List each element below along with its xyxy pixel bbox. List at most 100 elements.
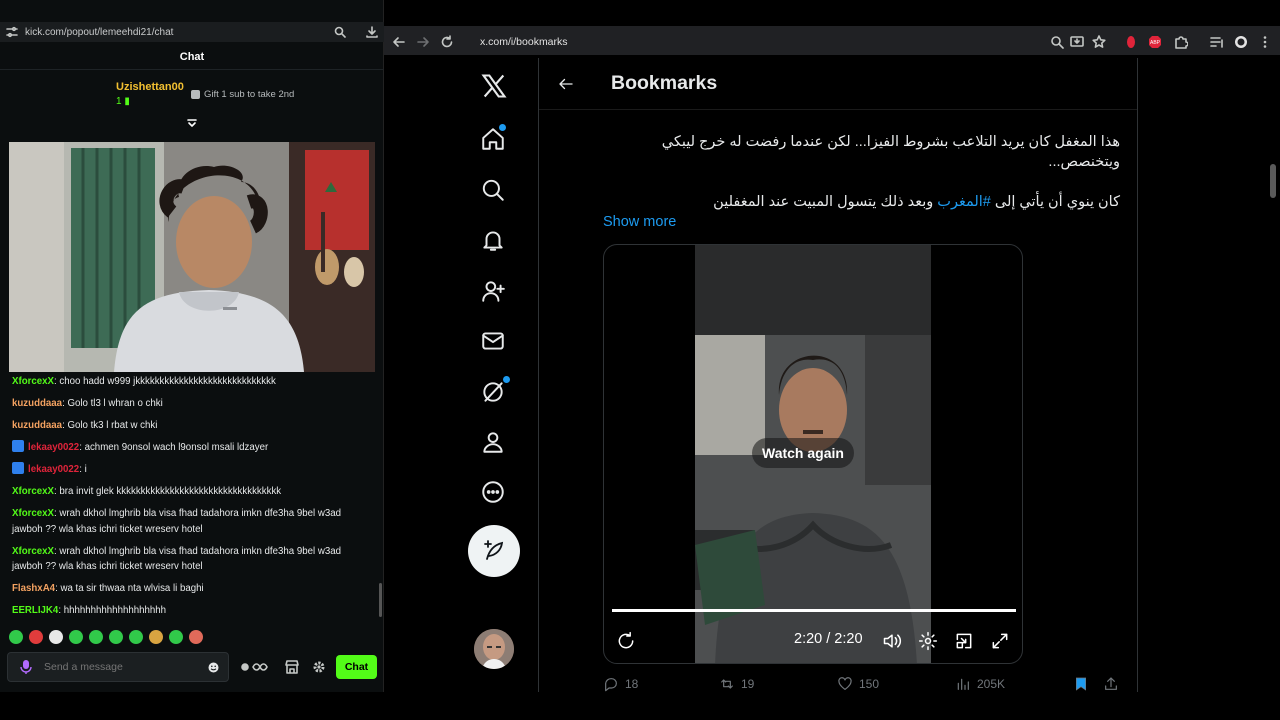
x-logo-icon[interactable] [480, 72, 508, 100]
grok-notification-dot [503, 376, 510, 383]
views-action[interactable]: 205K [955, 676, 1005, 692]
reply-action[interactable]: 18 [603, 676, 638, 692]
like-action[interactable]: 150 [837, 676, 879, 692]
adblock-extension-icon[interactable]: ABP [1148, 35, 1162, 49]
bookmark-action[interactable] [1073, 676, 1089, 692]
bookmark-star-icon[interactable] [1092, 35, 1106, 49]
download-icon[interactable] [366, 26, 378, 38]
repost-action[interactable]: 19 [719, 676, 754, 692]
chat-username[interactable]: FlashxA4 [12, 583, 55, 594]
page-scrollbar[interactable] [1270, 164, 1276, 198]
share-action[interactable] [1103, 676, 1119, 692]
more-icon[interactable] [480, 479, 506, 505]
chat-username[interactable]: lekaay0022 [28, 464, 79, 475]
back-arrow-icon[interactable] [557, 75, 575, 93]
kicks-icon[interactable] [240, 659, 270, 675]
chat-username[interactable]: XforcexX [12, 508, 54, 519]
video-time: 2:20 / 2:20 [794, 631, 863, 647]
bottom-bar [0, 692, 1280, 720]
replay-icon[interactable] [616, 631, 636, 651]
install-app-icon[interactable] [1070, 35, 1084, 49]
settings-gear-icon[interactable] [918, 631, 938, 651]
chat-text: : i [79, 464, 87, 475]
store-icon[interactable] [284, 659, 300, 675]
chat-username[interactable]: XforcexX [12, 376, 54, 387]
chat-text: : choo hadd w999 jkkkkkkkkkkkkkkkkkkkkkk… [54, 376, 276, 387]
column-header: Bookmarks [539, 58, 1137, 110]
leader-gift-count: 1 ▮ [116, 96, 130, 107]
message-input[interactable] [44, 659, 194, 675]
browser-menu-icon[interactable] [1258, 35, 1272, 49]
media-controls-icon[interactable] [1210, 35, 1224, 49]
chat-username[interactable]: kuzuddaaa [12, 398, 62, 409]
follow-icon[interactable] [480, 278, 506, 304]
site-info-icon[interactable] [6, 26, 18, 38]
emote-icon[interactable] [149, 630, 163, 644]
chat-header: Chat [0, 44, 384, 70]
gift-prompt[interactable]: Gift 1 sub to take 2nd [191, 89, 294, 100]
emote-icon[interactable] [129, 630, 143, 644]
emote-icon[interactable] [89, 630, 103, 644]
watch-again-button[interactable]: Watch again [752, 438, 854, 468]
leader-username[interactable]: Uzishettan00 [116, 81, 184, 93]
picture-in-picture-icon[interactable] [954, 631, 974, 651]
emoji-icon[interactable] [208, 662, 219, 673]
profile-icon[interactable] [1234, 35, 1248, 49]
volume-icon[interactable] [882, 631, 902, 651]
home-notification-dot [499, 124, 506, 131]
chat-message: XforcexX: bra invit glek kkkkkkkkkkkkkkk… [7, 484, 369, 500]
zoom-icon[interactable] [1050, 35, 1064, 49]
emote-icon[interactable] [169, 630, 183, 644]
emote-icon[interactable] [29, 630, 43, 644]
reload-icon[interactable] [440, 35, 454, 49]
address-bar[interactable]: x.com/i/bookmarks [480, 32, 1110, 53]
back-nav-icon[interactable] [392, 35, 406, 49]
extensions-puzzle-icon[interactable] [1174, 35, 1188, 49]
chat-username[interactable]: XforcexX [12, 546, 54, 557]
explore-icon[interactable] [480, 177, 506, 203]
chat-username[interactable]: lekaay0022 [28, 442, 79, 453]
fullscreen-icon[interactable] [990, 631, 1010, 651]
emote-icon[interactable] [109, 630, 123, 644]
extension-red-icon[interactable] [1124, 35, 1138, 49]
settings-icon[interactable] [311, 659, 327, 675]
show-more-link[interactable]: Show more [603, 214, 676, 230]
zoom-icon[interactable] [334, 26, 346, 38]
chat-text: : hhhhhhhhhhhhhhhhhhh [58, 605, 167, 616]
popout-url-bar: kick.com/popout/lemeehdi21/chat [0, 22, 384, 42]
gift-icon [191, 90, 200, 99]
profile-nav-icon[interactable] [480, 429, 506, 455]
chat-username[interactable]: XforcexX [12, 486, 54, 497]
hashtag-link[interactable]: #المغرب [937, 194, 991, 210]
emote-icon[interactable] [9, 630, 23, 644]
microphone-icon[interactable] [20, 660, 32, 674]
collapse-icon[interactable] [186, 118, 198, 130]
address-url[interactable]: x.com/i/bookmarks [480, 36, 568, 48]
emote-icon[interactable] [49, 630, 63, 644]
account-avatar[interactable] [474, 629, 514, 669]
chat-message: lekaay0022: achmen 9onsol wach l9onsol m… [7, 440, 369, 456]
emote-icon[interactable] [69, 630, 83, 644]
chat-username[interactable]: EERLIJK4 [12, 605, 58, 616]
emote-bar [9, 630, 203, 644]
chat-message: kuzuddaaa: Golo tl3 l whran o chki [7, 396, 369, 412]
tweet-actions: 18 19 150 205K [603, 676, 1123, 692]
send-chat-button[interactable]: Chat [336, 655, 377, 679]
message-input-box[interactable] [7, 652, 229, 682]
chat-username[interactable]: kuzuddaaa [12, 420, 62, 431]
messages-icon[interactable] [480, 328, 506, 354]
compose-post-button[interactable] [468, 525, 520, 577]
forward-nav-icon[interactable] [416, 35, 430, 49]
video-progress-bar[interactable] [612, 609, 1016, 612]
x-page: Bookmarks هذا المغفل كان يريد التلاعب بش… [384, 58, 1280, 692]
chat-scrollbar[interactable] [379, 583, 382, 617]
views-chart-icon [955, 676, 971, 692]
notifications-icon[interactable] [480, 227, 506, 253]
emote-icon[interactable] [189, 630, 203, 644]
grok-icon[interactable] [480, 379, 506, 405]
video-player[interactable]: Watch again 2:20 / 2:20 [603, 244, 1023, 664]
tweet-text-line2: كان ينوي أن يأتي إلى #المغرب وبعد ذلك يت… [713, 194, 1120, 210]
chat-text: : Golo tk3 l rbat w chki [62, 420, 158, 431]
chat-message: lekaay0022: i [7, 462, 369, 478]
chat-message: EERLIJK4: hhhhhhhhhhhhhhhhhhh [7, 603, 369, 619]
